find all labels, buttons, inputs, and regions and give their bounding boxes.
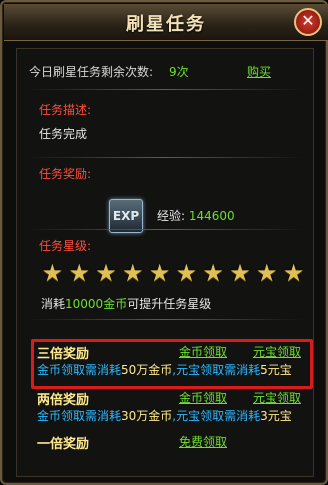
buy-link[interactable]: 购买 xyxy=(247,63,271,80)
task-desc-label: 任务描述: xyxy=(39,103,92,117)
task-reward-label: 任务奖励: xyxy=(39,167,92,181)
desc-gold-cost: 30万金币 xyxy=(121,409,173,423)
star-icon: ★ xyxy=(202,259,224,287)
task-star-label: 任务星级: xyxy=(39,239,92,253)
task-desc-text: 任务完成 xyxy=(39,127,88,141)
tier-name: 两倍奖励 xyxy=(37,393,90,408)
ingot-claim-link[interactable]: 元宝领取 xyxy=(253,389,301,406)
gold-claim-link[interactable]: 金币领取 xyxy=(179,389,227,406)
tier-double: 两倍奖励 金币领取 元宝领取 金币领取需消耗30万金币,元宝领取需消耗3元宝 xyxy=(31,385,307,425)
remaining-count-row: 今日刷星任务剩余次数: 9次 购买 xyxy=(29,63,301,80)
star-task-window: 刷星任务 ✕ 今日刷星任务剩余次数: 9次 购买 任务描述: 任务完成 任务奖励… xyxy=(0,0,328,485)
star-icon: ★ xyxy=(229,259,251,287)
cost-amount: 10000金币 xyxy=(65,297,128,311)
divider xyxy=(27,319,303,320)
star-icon: ★ xyxy=(41,259,64,287)
window-header: 刷星任务 ✕ xyxy=(4,4,328,41)
desc-part: ,元宝领取需消耗 xyxy=(172,409,261,423)
tier-name: 一倍奖励 xyxy=(37,437,90,452)
desc-part: 金币领取需消耗 xyxy=(37,409,122,423)
free-claim-link[interactable]: 免费领取 xyxy=(179,433,227,450)
remaining-count-value: 9次 xyxy=(169,65,189,79)
divider xyxy=(27,157,303,158)
star-icon: ★ xyxy=(256,259,278,287)
star-icon: ★ xyxy=(95,259,117,287)
tier-cost-desc: 金币领取需消耗30万金币,元宝领取需消耗3元宝 xyxy=(37,407,292,424)
star-icon: ★ xyxy=(68,259,90,287)
triple-reward-highlight xyxy=(31,339,313,389)
star-rating: ★ ★ ★ ★ ★ ★ ★ ★ ★ ★ xyxy=(41,261,305,287)
star-icon: ★ xyxy=(148,259,171,287)
exp-icon: EXP xyxy=(109,199,143,233)
star-icon: ★ xyxy=(282,259,305,287)
cost-suffix: 可提升任务星级 xyxy=(127,297,212,311)
remaining-count-label: 今日刷星任务剩余次数: xyxy=(29,65,154,79)
close-button[interactable]: ✕ xyxy=(294,8,322,36)
exp-value: 144600 xyxy=(188,209,235,223)
window-title: 刷星任务 xyxy=(126,14,206,35)
desc-ingot-cost: 3元宝 xyxy=(260,409,292,423)
star-icon: ★ xyxy=(122,259,144,287)
exp-reward: 经验: 144600 xyxy=(157,207,235,224)
tier-single: 一倍奖励 免费领取 xyxy=(31,429,307,469)
close-icon: ✕ xyxy=(301,11,315,30)
exp-label: 经验: xyxy=(157,209,186,223)
cost-prefix: 消耗 xyxy=(41,297,66,311)
divider xyxy=(27,89,303,90)
star-icon: ★ xyxy=(175,259,198,287)
task-content: 今日刷星任务剩余次数: 9次 购买 任务描述: 任务完成 任务奖励: EXP 经… xyxy=(16,48,314,477)
star-upgrade-cost: 消耗10000金币可提升任务星级 xyxy=(41,295,211,312)
divider xyxy=(27,229,303,230)
